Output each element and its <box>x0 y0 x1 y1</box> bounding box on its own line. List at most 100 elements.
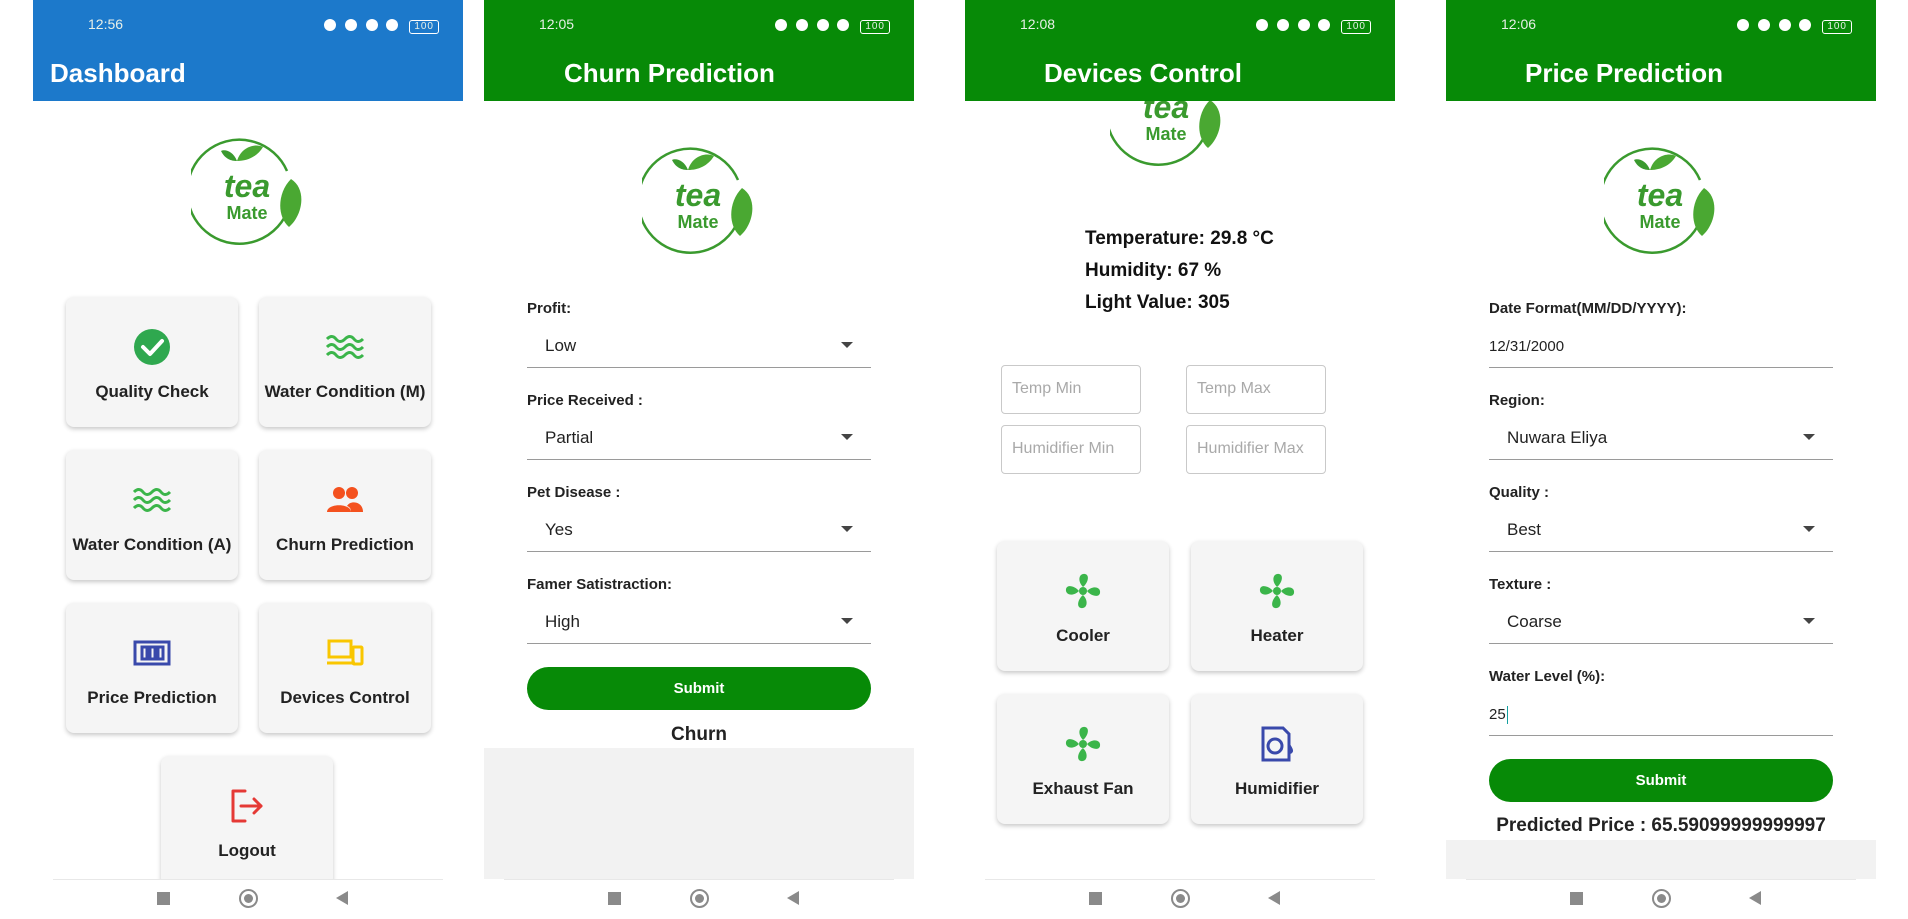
status-time: 12:56 <box>88 16 124 32</box>
caret-down-icon <box>841 342 853 348</box>
status-bar: 12:08 100 <box>965 13 1395 35</box>
battery-icon: 100 <box>1822 20 1852 34</box>
tile-label: Exhaust Fan <box>1032 779 1134 798</box>
nav-divider <box>504 879 894 880</box>
logo-text-mate: Mate <box>677 212 718 232</box>
region-dropdown[interactable]: Nuwara Eliya <box>1489 418 1833 460</box>
quality-dropdown[interactable]: Best <box>1489 510 1833 552</box>
home-button[interactable] <box>1171 889 1190 908</box>
water-level-label: Water Level (%): <box>1489 668 1606 685</box>
alarm-icon <box>344 19 357 32</box>
recents-button[interactable] <box>1570 892 1583 905</box>
pet-disease-label: Pet Disease : <box>527 484 621 501</box>
tile-label: Price Prediction <box>87 688 217 707</box>
tile-label: Humidifier <box>1234 779 1320 798</box>
alarm-icon <box>1757 19 1770 32</box>
cooler-button[interactable]: Cooler <box>997 541 1169 671</box>
logo-text-mate: Mate <box>1145 124 1186 144</box>
caret-down-icon <box>841 526 853 532</box>
humidifier-min-input[interactable]: Humidifier Min <box>1001 425 1141 474</box>
churn-result: Churn <box>671 724 727 745</box>
profit-label: Profit: <box>527 300 572 317</box>
back-button[interactable] <box>1268 891 1280 905</box>
pet-disease-dropdown[interactable]: Yes <box>527 510 871 552</box>
tile-label: Quality Check <box>95 382 209 401</box>
farmer-satisfaction-label: Famer Satistraction: <box>527 576 673 593</box>
price-received-dropdown[interactable]: Partial <box>527 418 871 460</box>
tea-mate-logo: tea Mate <box>1604 140 1718 254</box>
region-label: Region: <box>1489 392 1545 409</box>
app-bar: 12:08 100 Devices Control <box>965 0 1395 101</box>
input-value: 25 <box>1489 706 1509 725</box>
profit-dropdown[interactable]: Low <box>527 326 871 368</box>
placeholder: Humidifier Max <box>1197 440 1304 457</box>
home-button[interactable] <box>1652 889 1671 908</box>
humidifier-button[interactable]: Humidifier <box>1191 694 1363 824</box>
text-cursor <box>1506 706 1509 725</box>
notification-icon <box>1255 19 1268 32</box>
temperature-reading: Temperature: 29.8 °C <box>1085 228 1274 249</box>
water-level-input[interactable]: 25 <box>1489 694 1833 736</box>
logout-button[interactable]: Logout <box>161 756 333 886</box>
back-button[interactable] <box>336 891 348 905</box>
date-label: Date Format(MM/DD/YYYY): <box>1489 300 1687 317</box>
status-icons: 100 <box>1733 16 1852 34</box>
churn-prediction-button[interactable]: Churn Prediction <box>259 450 431 580</box>
result-panel <box>484 748 914 879</box>
android-nav-bar <box>484 879 914 919</box>
status-icons: 100 <box>320 16 439 34</box>
tile-label: Logout <box>218 841 276 860</box>
signal-icon <box>1297 19 1310 32</box>
price-prediction-screen: 12:06 100 Price Prediction tea Mate Date… <box>1446 0 1876 919</box>
humidifier-max-input[interactable]: Humidifier Max <box>1186 425 1326 474</box>
dropdown-value: Low <box>545 336 577 355</box>
logo-text-tea: tea <box>224 168 270 204</box>
tile-label: Devices Control <box>280 688 410 707</box>
status-icons: 100 <box>771 16 890 34</box>
temp-min-input[interactable]: Temp Min <box>1001 365 1141 414</box>
back-button[interactable] <box>787 891 799 905</box>
water-condition-a-button[interactable]: Water Condition (A) <box>66 450 238 580</box>
farmer-satisfaction-dropdown[interactable]: High <box>527 602 871 644</box>
texture-dropdown[interactable]: Coarse <box>1489 602 1833 644</box>
app-bar: 12:56 100 Dashboard <box>33 0 463 101</box>
input-text: 25 <box>1489 706 1506 723</box>
date-input[interactable]: 12/31/2000 <box>1489 326 1833 368</box>
price-prediction-button[interactable]: Price Prediction <box>66 603 238 733</box>
water-condition-m-button[interactable]: Water Condition (M) <box>259 297 431 427</box>
exhaust-fan-button[interactable]: Exhaust Fan <box>997 694 1169 824</box>
texture-label: Texture : <box>1489 576 1552 593</box>
placeholder: Temp Max <box>1197 380 1271 397</box>
wifi-icon <box>1799 19 1812 32</box>
devices-control-button[interactable]: Devices Control <box>259 603 431 733</box>
check-circle-icon <box>66 327 238 367</box>
alarm-icon <box>795 19 808 32</box>
recents-button[interactable] <box>608 892 621 905</box>
app-bar: 12:06 100 Price Prediction <box>1446 0 1876 101</box>
recents-button[interactable] <box>157 892 170 905</box>
dropdown-value: Nuwara Eliya <box>1507 428 1608 447</box>
temp-max-input[interactable]: Temp Max <box>1186 365 1326 414</box>
home-button[interactable] <box>690 889 709 908</box>
logo-text-tea: tea <box>675 177 721 213</box>
heater-button[interactable]: Heater <box>1191 541 1363 671</box>
quality-check-button[interactable]: Quality Check <box>66 297 238 427</box>
home-button[interactable] <box>239 889 258 908</box>
back-button[interactable] <box>1749 891 1761 905</box>
dropdown-value: Partial <box>545 428 594 447</box>
status-time: 12:05 <box>539 16 575 32</box>
price-received-label: Price Received : <box>527 392 643 409</box>
tea-mate-logo: tea Mate <box>642 140 756 254</box>
caret-down-icon <box>1803 526 1815 532</box>
recents-button[interactable] <box>1089 892 1102 905</box>
notification-icon <box>323 19 336 32</box>
battery-icon: 100 <box>1341 20 1371 34</box>
dashboard-screen: 12:56 100 Dashboard tea Mate Quality Che… <box>33 0 463 919</box>
submit-button[interactable]: Submit <box>527 667 871 710</box>
wifi-icon <box>386 19 399 32</box>
status-icons: 100 <box>1252 16 1371 34</box>
page-title: Churn Prediction <box>564 58 775 88</box>
submit-button[interactable]: Submit <box>1489 759 1833 802</box>
light-reading: Light Value: 305 <box>1085 292 1230 313</box>
status-bar: 12:05 100 <box>484 13 914 35</box>
